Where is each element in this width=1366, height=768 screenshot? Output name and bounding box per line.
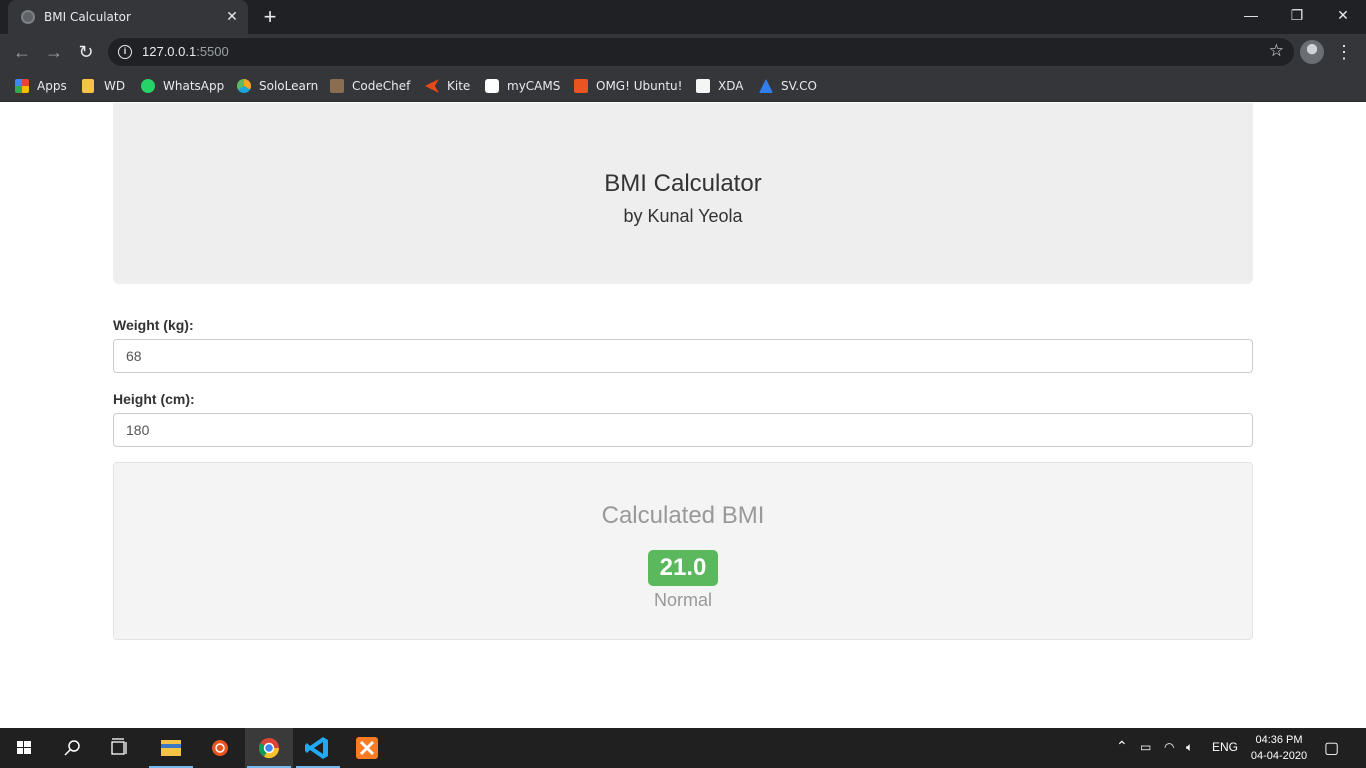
folder-icon: [161, 740, 181, 756]
new-tab-button[interactable]: +: [258, 5, 282, 29]
codechef-icon: [330, 79, 344, 93]
mycams-icon: [485, 79, 499, 93]
close-window-button[interactable]: ✕: [1320, 0, 1366, 30]
bookmarks-bar: Apps WD WhatsApp SoloLearn CodeChef Kite…: [0, 70, 1366, 102]
ubuntu-app-button[interactable]: [196, 728, 244, 768]
minimize-window-button[interactable]: —: [1228, 0, 1274, 30]
bmi-category: Normal: [653, 590, 712, 610]
taskbar-clock[interactable]: 04:36 PM 04-04-2020: [1240, 732, 1318, 764]
bmi-value-badge: 21.0: [648, 550, 718, 586]
battery-icon[interactable]: ▭: [1140, 740, 1151, 754]
windows-logo-icon: [17, 741, 31, 754]
more-menu-icon[interactable]: ⋮: [1334, 40, 1354, 64]
xampp-button[interactable]: [343, 728, 391, 768]
svco-icon: [759, 79, 773, 93]
search-icon: [64, 740, 80, 756]
weight-input[interactable]: [113, 339, 1253, 373]
action-center-icon[interactable]: ▢: [1324, 738, 1339, 758]
show-hidden-icons-chevron-icon[interactable]: ⌃: [1116, 738, 1128, 755]
back-arrow-icon[interactable]: ←: [10, 40, 34, 64]
folder-icon: [82, 79, 94, 93]
page-subtitle: by Kunal Yeola: [623, 206, 743, 226]
forward-arrow-icon[interactable]: →: [42, 40, 66, 64]
xda-icon: [696, 79, 710, 93]
volume-icon[interactable]: 🔈︎: [1186, 740, 1193, 755]
vscode-icon: [305, 737, 328, 759]
close-tab-icon[interactable]: ✕: [224, 8, 240, 24]
sololearn-icon: [237, 79, 251, 93]
height-label: Height (cm):: [113, 391, 195, 407]
tab-title: BMI Calculator: [44, 10, 131, 24]
restore-window-button[interactable]: ❐: [1274, 0, 1320, 30]
search-button[interactable]: [48, 728, 96, 768]
windows-taskbar: ⌃ ▭ ◠ 🔈︎ ENG 04:36 PM 04-04-2020 ▢: [0, 728, 1366, 768]
browser-toolbar: ← → ↻ i 127.0.0.1:5500 ☆ ⋮: [0, 34, 1366, 70]
profile-avatar[interactable]: [1300, 40, 1324, 64]
xampp-icon: [356, 737, 378, 759]
chrome-icon: [258, 738, 280, 759]
url-text: 127.0.0.1:5500: [142, 44, 229, 59]
browser-title-bar: BMI Calculator ✕ + — ❐ ✕: [0, 0, 1366, 34]
result-panel: Calculated BMI 21.0 Normal: [113, 462, 1253, 640]
kite-icon: [425, 79, 439, 93]
start-button[interactable]: [0, 728, 48, 768]
bookmark-star-icon[interactable]: ☆: [1269, 41, 1284, 61]
site-info-icon[interactable]: i: [118, 45, 132, 59]
clock-date: 04-04-2020: [1250, 750, 1308, 762]
chrome-button[interactable]: [245, 728, 293, 768]
ubuntu-icon: [212, 740, 228, 756]
vscode-button[interactable]: [294, 728, 342, 768]
page-content: BMI Calculator by Kunal Yeola Weight (kg…: [0, 103, 1366, 728]
header-jumbotron: BMI Calculator by Kunal Yeola: [113, 103, 1253, 284]
result-title: Calculated BMI: [601, 502, 765, 529]
address-bar[interactable]: i 127.0.0.1:5500 ☆: [108, 38, 1294, 66]
apps-grid-icon: [15, 79, 29, 93]
omg-ubuntu-icon: [574, 79, 588, 93]
file-explorer-button[interactable]: [147, 728, 195, 768]
reload-icon[interactable]: ↻: [74, 40, 98, 64]
clock-time: 04:36 PM: [1255, 734, 1303, 746]
input-language[interactable]: ENG: [1212, 740, 1238, 754]
weight-label: Weight (kg):: [113, 317, 194, 333]
task-view-button[interactable]: [96, 728, 144, 768]
whatsapp-icon: [141, 79, 155, 93]
browser-tab[interactable]: BMI Calculator ✕: [8, 0, 248, 34]
task-view-icon: [111, 738, 127, 755]
height-input[interactable]: [113, 413, 1253, 447]
url-host: 127.0.0.1: [142, 44, 197, 59]
page-title: BMI Calculator: [604, 170, 762, 197]
wifi-icon[interactable]: ◠: [1164, 740, 1174, 754]
globe-icon: [21, 10, 35, 24]
url-port: :5500: [196, 44, 229, 59]
